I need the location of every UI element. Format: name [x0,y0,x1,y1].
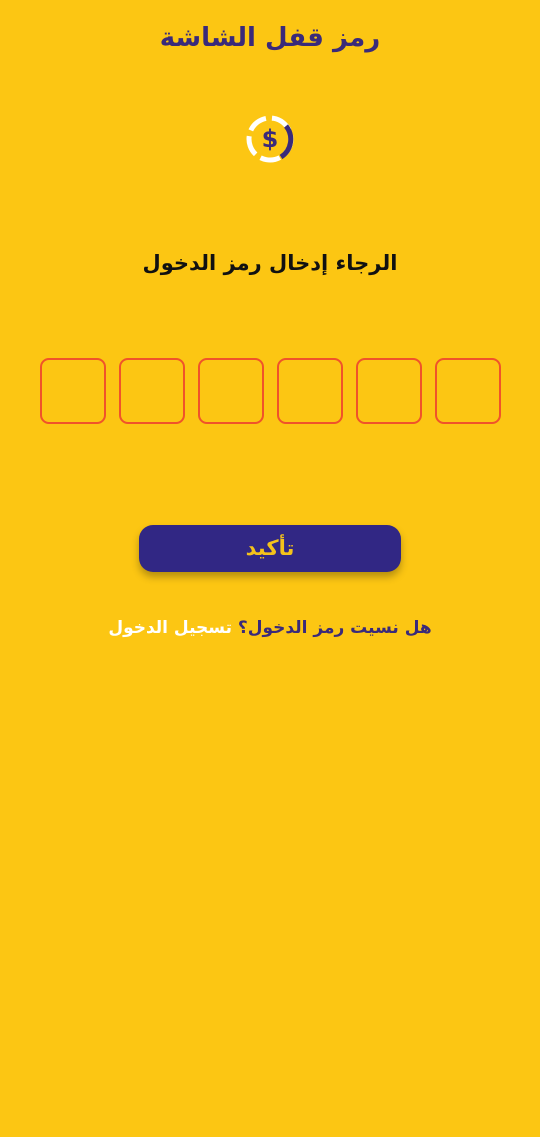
pin-digit-input[interactable] [198,358,264,424]
svg-text:$: $ [262,125,279,153]
pin-digit-input[interactable] [435,358,501,424]
pin-prompt: الرجاء إدخال رمز الدخول [142,251,398,275]
pin-digit-input[interactable] [40,358,106,424]
confirm-button[interactable]: تأكيد [139,525,401,572]
forgot-pin-row: هل نسيت رمز الدخول؟ تسجيل الدخول [0,614,540,642]
dollar-coin-icon: $ [245,114,295,164]
pin-digit-input[interactable] [119,358,185,424]
pin-digit-input[interactable] [356,358,422,424]
forgot-pin-text: هل نسيت رمز الدخول؟ [237,618,432,638]
pin-input-row [40,358,502,424]
pin-digit-input[interactable] [277,358,343,424]
signin-link[interactable]: تسجيل الدخول [108,618,232,638]
page-title: رمز قفل الشاشة [159,23,381,53]
